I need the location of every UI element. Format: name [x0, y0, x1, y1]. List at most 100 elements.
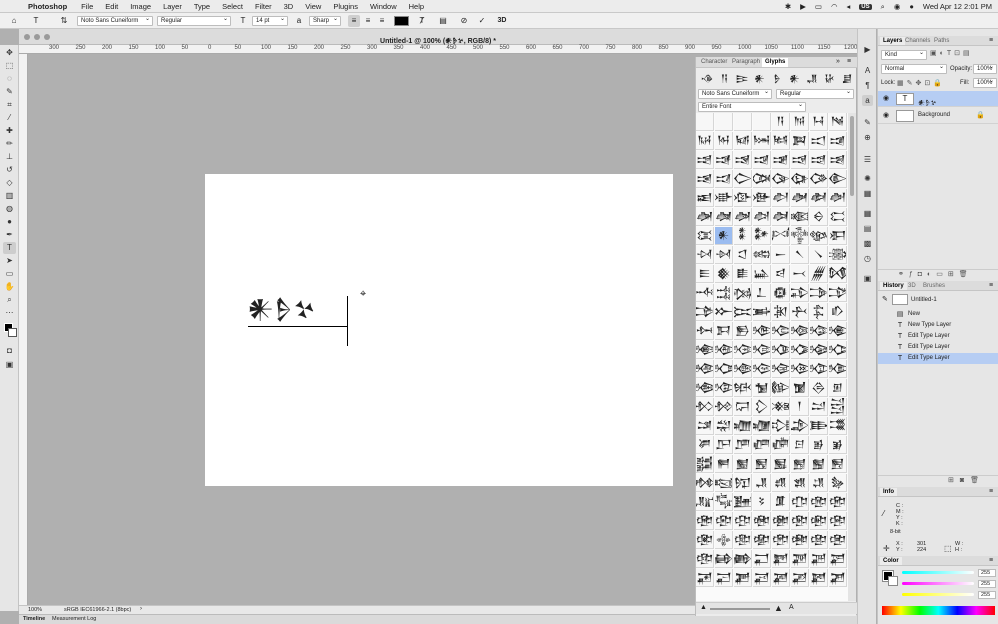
glyph-cell[interactable]	[696, 113, 714, 131]
glyph-cell[interactable]: 𒂰	[772, 531, 790, 549]
glyph-cell[interactable]: 𒁇	[753, 284, 771, 302]
rectangle-tool-icon[interactable]: ▭	[3, 268, 16, 280]
clone-stamp-tool-icon[interactable]: ⊥	[3, 151, 16, 163]
glyph-cell[interactable]: 𒂯	[753, 531, 771, 549]
glyph-cell[interactable]: 𒁒	[810, 303, 828, 321]
hand-tool-icon[interactable]: ✋	[3, 281, 16, 293]
glyph-cell[interactable]: 𒂌	[696, 455, 714, 473]
glyph-cell[interactable]: 𒀪	[810, 208, 828, 226]
brush-settings-icon[interactable]: ✎	[862, 117, 873, 128]
glyph-cell[interactable]: 𒁗	[753, 322, 771, 340]
glyph-cell[interactable]: 𒂈	[772, 436, 790, 454]
home-icon[interactable]: ⌂	[8, 15, 20, 27]
align-center-icon[interactable]: ≡	[362, 15, 374, 27]
glyph-scrollbar[interactable]	[848, 113, 856, 601]
glyph-cell[interactable]: 𒂟	[753, 493, 771, 511]
eyedropper-tool-icon[interactable]: ⁄	[3, 112, 16, 124]
battery-icon[interactable]: ▭	[815, 2, 822, 11]
tab-paths[interactable]: Paths	[931, 37, 952, 45]
tab-timeline[interactable]: Timeline	[23, 616, 45, 622]
layer-filter-select[interactable]: Kind	[881, 50, 927, 60]
tab-brushes[interactable]: Brushes	[920, 282, 948, 290]
glyph-show-select[interactable]: Entire Font	[698, 102, 806, 112]
font-family-select[interactable]: Noto Sans Cuneiform	[77, 16, 153, 26]
recent-glyph[interactable]: 𒊩	[769, 71, 785, 88]
glyph-cell[interactable]: 𒂸	[772, 550, 790, 568]
eraser-tool-icon[interactable]: ◇	[3, 177, 16, 189]
glyph-cell[interactable]: 𒁏	[753, 303, 771, 321]
properties-icon[interactable]: ☰	[862, 154, 873, 165]
glyph-cell[interactable]: 𒁈	[772, 284, 790, 302]
glyph-cell[interactable]: 𒁙	[791, 322, 809, 340]
glyph-cell[interactable]: 𒃀	[772, 569, 790, 587]
glyph-cell[interactable]: 𒁼	[696, 417, 714, 435]
blue-slider[interactable]	[902, 593, 974, 596]
glyph-cell[interactable]: 𒀳	[829, 227, 847, 245]
fill-input[interactable]: 100%	[973, 78, 997, 88]
align-right-icon[interactable]: ≡	[376, 15, 388, 27]
glyph-cell[interactable]: 𒂎	[734, 455, 752, 473]
glyph-cell[interactable]: 𒁷	[753, 398, 771, 416]
glyph-cell[interactable]: 𒁑	[791, 303, 809, 321]
glyph-cell[interactable]: 𒂭	[715, 531, 733, 549]
layer-footer-icons[interactable]: ⚭ƒ◘◐▭⊞🗑	[898, 270, 973, 278]
recent-glyph[interactable]: 𒀭	[752, 71, 768, 88]
recent-glyph[interactable]: 𒀭	[787, 71, 803, 88]
red-slider[interactable]	[902, 571, 974, 574]
glyph-cell[interactable]: 𒁝	[715, 341, 733, 359]
status-menu-chevron-icon[interactable]: ›	[140, 606, 142, 612]
glyph-cell[interactable]: 𒀦	[734, 208, 752, 226]
glyph-cell[interactable]: 𒂲	[810, 531, 828, 549]
glyph-cell[interactable]: 𒁰	[772, 379, 790, 397]
glyph-cell[interactable]: 𒁧	[753, 360, 771, 378]
glyph-cell[interactable]: 𒀲	[810, 227, 828, 245]
red-value[interactable]: 255	[978, 569, 996, 577]
glyph-cell[interactable]: 𒂺	[810, 550, 828, 568]
move-tool-icon[interactable]: ✥	[3, 47, 16, 59]
glyph-cell[interactable]: 𒀋	[829, 132, 847, 150]
glyph-cell[interactable]: 𒀑	[791, 151, 809, 169]
glyph-cell[interactable]: 𒀾	[734, 265, 752, 283]
menu-3d[interactable]: 3D	[284, 2, 294, 11]
glyph-cell[interactable]: 𒂝	[715, 493, 733, 511]
tab-3d[interactable]: 3D	[905, 282, 919, 290]
quick-selection-tool-icon[interactable]: ✎	[3, 86, 16, 98]
glyph-scrollbar-thumb[interactable]	[850, 116, 854, 196]
type-tool-preset-icon[interactable]: T	[30, 15, 42, 27]
glyph-cell[interactable]: 𒁬	[696, 379, 714, 397]
glyph-cell[interactable]: 𒀃	[829, 113, 847, 131]
patterns-icon[interactable]: ▩	[862, 238, 873, 249]
glyph-cell[interactable]: 𒀟	[753, 189, 771, 207]
siri-icon[interactable]: ●	[909, 2, 914, 11]
zoom-tool-icon[interactable]: ⌕	[3, 294, 16, 306]
lasso-tool-icon[interactable]: ◌	[3, 73, 16, 85]
recent-glyph[interactable]: 𒄿	[734, 71, 750, 88]
info-panel-menu-icon[interactable]: ≡	[989, 488, 993, 495]
glyph-cell[interactable]: 𒂷	[753, 550, 771, 568]
layer-row-background[interactable]: ◉ Background 🔒	[878, 108, 998, 124]
vertical-ruler[interactable]	[19, 54, 28, 605]
glyph-cell[interactable]: 𒂊	[810, 436, 828, 454]
glyph-cell[interactable]: 𒀜	[696, 189, 714, 207]
glyph-cell[interactable]: 𒀐	[772, 151, 790, 169]
gradient-tool-icon[interactable]: ▥	[3, 190, 16, 202]
recent-glyph[interactable]: 𒈾	[699, 71, 715, 88]
styles-icon[interactable]: ▦	[862, 188, 873, 199]
glyph-cell[interactable]: 𒂋	[829, 436, 847, 454]
glyph-cell[interactable]: 𒃂	[810, 569, 828, 587]
glyph-cell[interactable]: 𒀌	[696, 151, 714, 169]
glyph-cell[interactable]: 𒀏	[753, 151, 771, 169]
glyph-cell[interactable]: 𒁌	[696, 303, 714, 321]
glyph-cell[interactable]: 𒂛	[829, 474, 847, 492]
glyph-cell[interactable]: 𒁘	[772, 322, 790, 340]
zoom-level[interactable]: 100%	[28, 607, 42, 613]
glyph-cell[interactable]: 𒂬	[696, 531, 714, 549]
glyph-cell[interactable]: 𒁭	[715, 379, 733, 397]
glyph-cell[interactable]: 𒁴	[696, 398, 714, 416]
glyphs-icon[interactable]: a	[862, 95, 873, 106]
type-tool-icon[interactable]: T	[3, 242, 16, 254]
glyph-cell[interactable]: 𒀡	[791, 189, 809, 207]
document-canvas[interactable]: 𒀭𒊩𒆳 ⌖	[205, 174, 673, 486]
glyph-cell[interactable]: 𒁔	[696, 322, 714, 340]
glyph-cell[interactable]: 𒂓	[829, 455, 847, 473]
